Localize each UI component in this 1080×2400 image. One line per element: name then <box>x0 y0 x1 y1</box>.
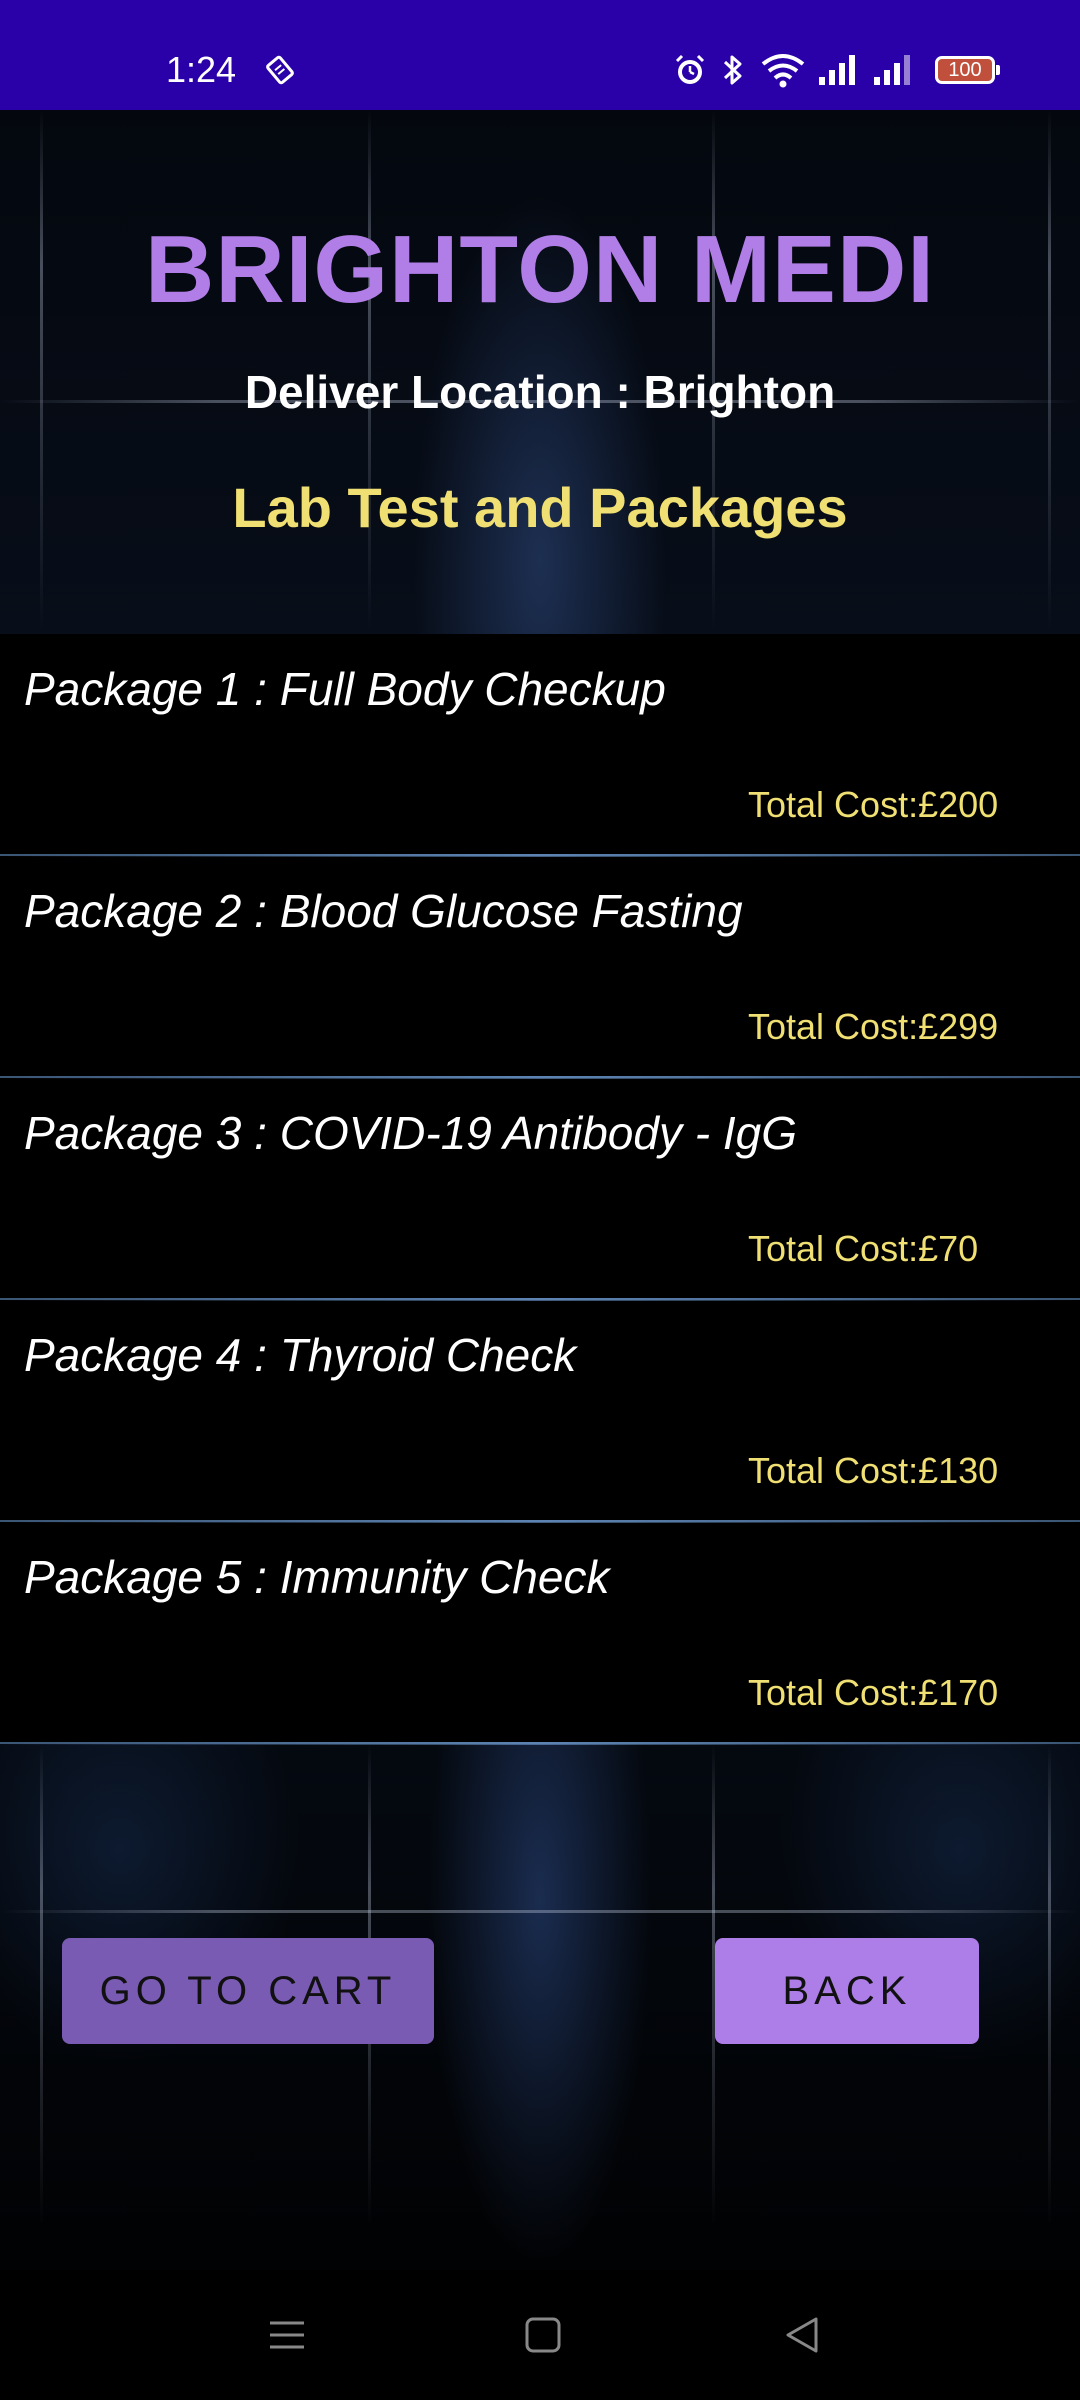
go-to-cart-button[interactable]: GO TO CART <box>62 1938 434 2044</box>
list-item[interactable]: Package 2 : Blood Glucose Fasting Total … <box>0 856 1080 1079</box>
menu-icon[interactable] <box>262 2310 312 2360</box>
package-cost: Total Cost:£70 <box>748 1228 979 1269</box>
list-item[interactable]: Package 3 : COVID-19 Antibody - IgG Tota… <box>0 1078 1080 1301</box>
delivery-location: Deliver Location : Brighton <box>244 366 836 418</box>
background-grid-line <box>40 1745 43 2225</box>
package-name: Package 3 : COVID-19 Antibody - IgG <box>24 1107 797 1159</box>
list-item[interactable]: Package 4 : Thyroid Check Total Cost:£13… <box>0 1300 1080 1523</box>
signal-icon-2 <box>870 50 914 90</box>
package-list: Package 1 : Full Body Checkup Total Cost… <box>0 634 1080 1745</box>
package-name: Package 2 : Blood Glucose Fasting <box>24 885 743 937</box>
list-item[interactable]: Package 1 : Full Body Checkup Total Cost… <box>0 634 1080 857</box>
bluetooth-icon <box>718 50 748 90</box>
package-name: Package 5 : Immunity Check <box>24 1551 610 1603</box>
package-cost: Total Cost:£170 <box>748 1672 999 1713</box>
background-grid-line <box>1048 1745 1051 2225</box>
signal-icon <box>815 50 859 90</box>
package-name: Package 1 : Full Body Checkup <box>24 663 666 715</box>
background-grid-line <box>0 1910 1080 1913</box>
list-item[interactable]: Package 5 : Immunity Check Total Cost:£1… <box>0 1522 1080 1745</box>
section-title: Lab Test and Packages <box>232 476 848 539</box>
battery-icon: 100 <box>935 56 1000 84</box>
package-cost: Total Cost:£130 <box>748 1450 999 1491</box>
app-title: BRIGHTON MEDI <box>145 216 935 323</box>
back-icon[interactable] <box>777 2310 827 2360</box>
status-time: 1:24 <box>166 49 237 90</box>
alarm-icon <box>670 50 710 90</box>
screen: 1:24 100 BRIGHTON MEDI Deliver Location … <box>0 0 1080 2400</box>
system-nav-bar <box>0 2270 1080 2400</box>
package-cost: Total Cost:£299 <box>748 1006 999 1047</box>
sim-card-icon <box>262 50 298 90</box>
home-icon[interactable] <box>518 2310 568 2360</box>
status-bar: 1:24 100 <box>0 0 1080 110</box>
wifi-icon <box>758 50 808 90</box>
back-button[interactable]: BACK <box>715 1938 979 2044</box>
package-name: Package 4 : Thyroid Check <box>24 1329 577 1381</box>
package-cost: Total Cost:£200 <box>748 784 999 825</box>
